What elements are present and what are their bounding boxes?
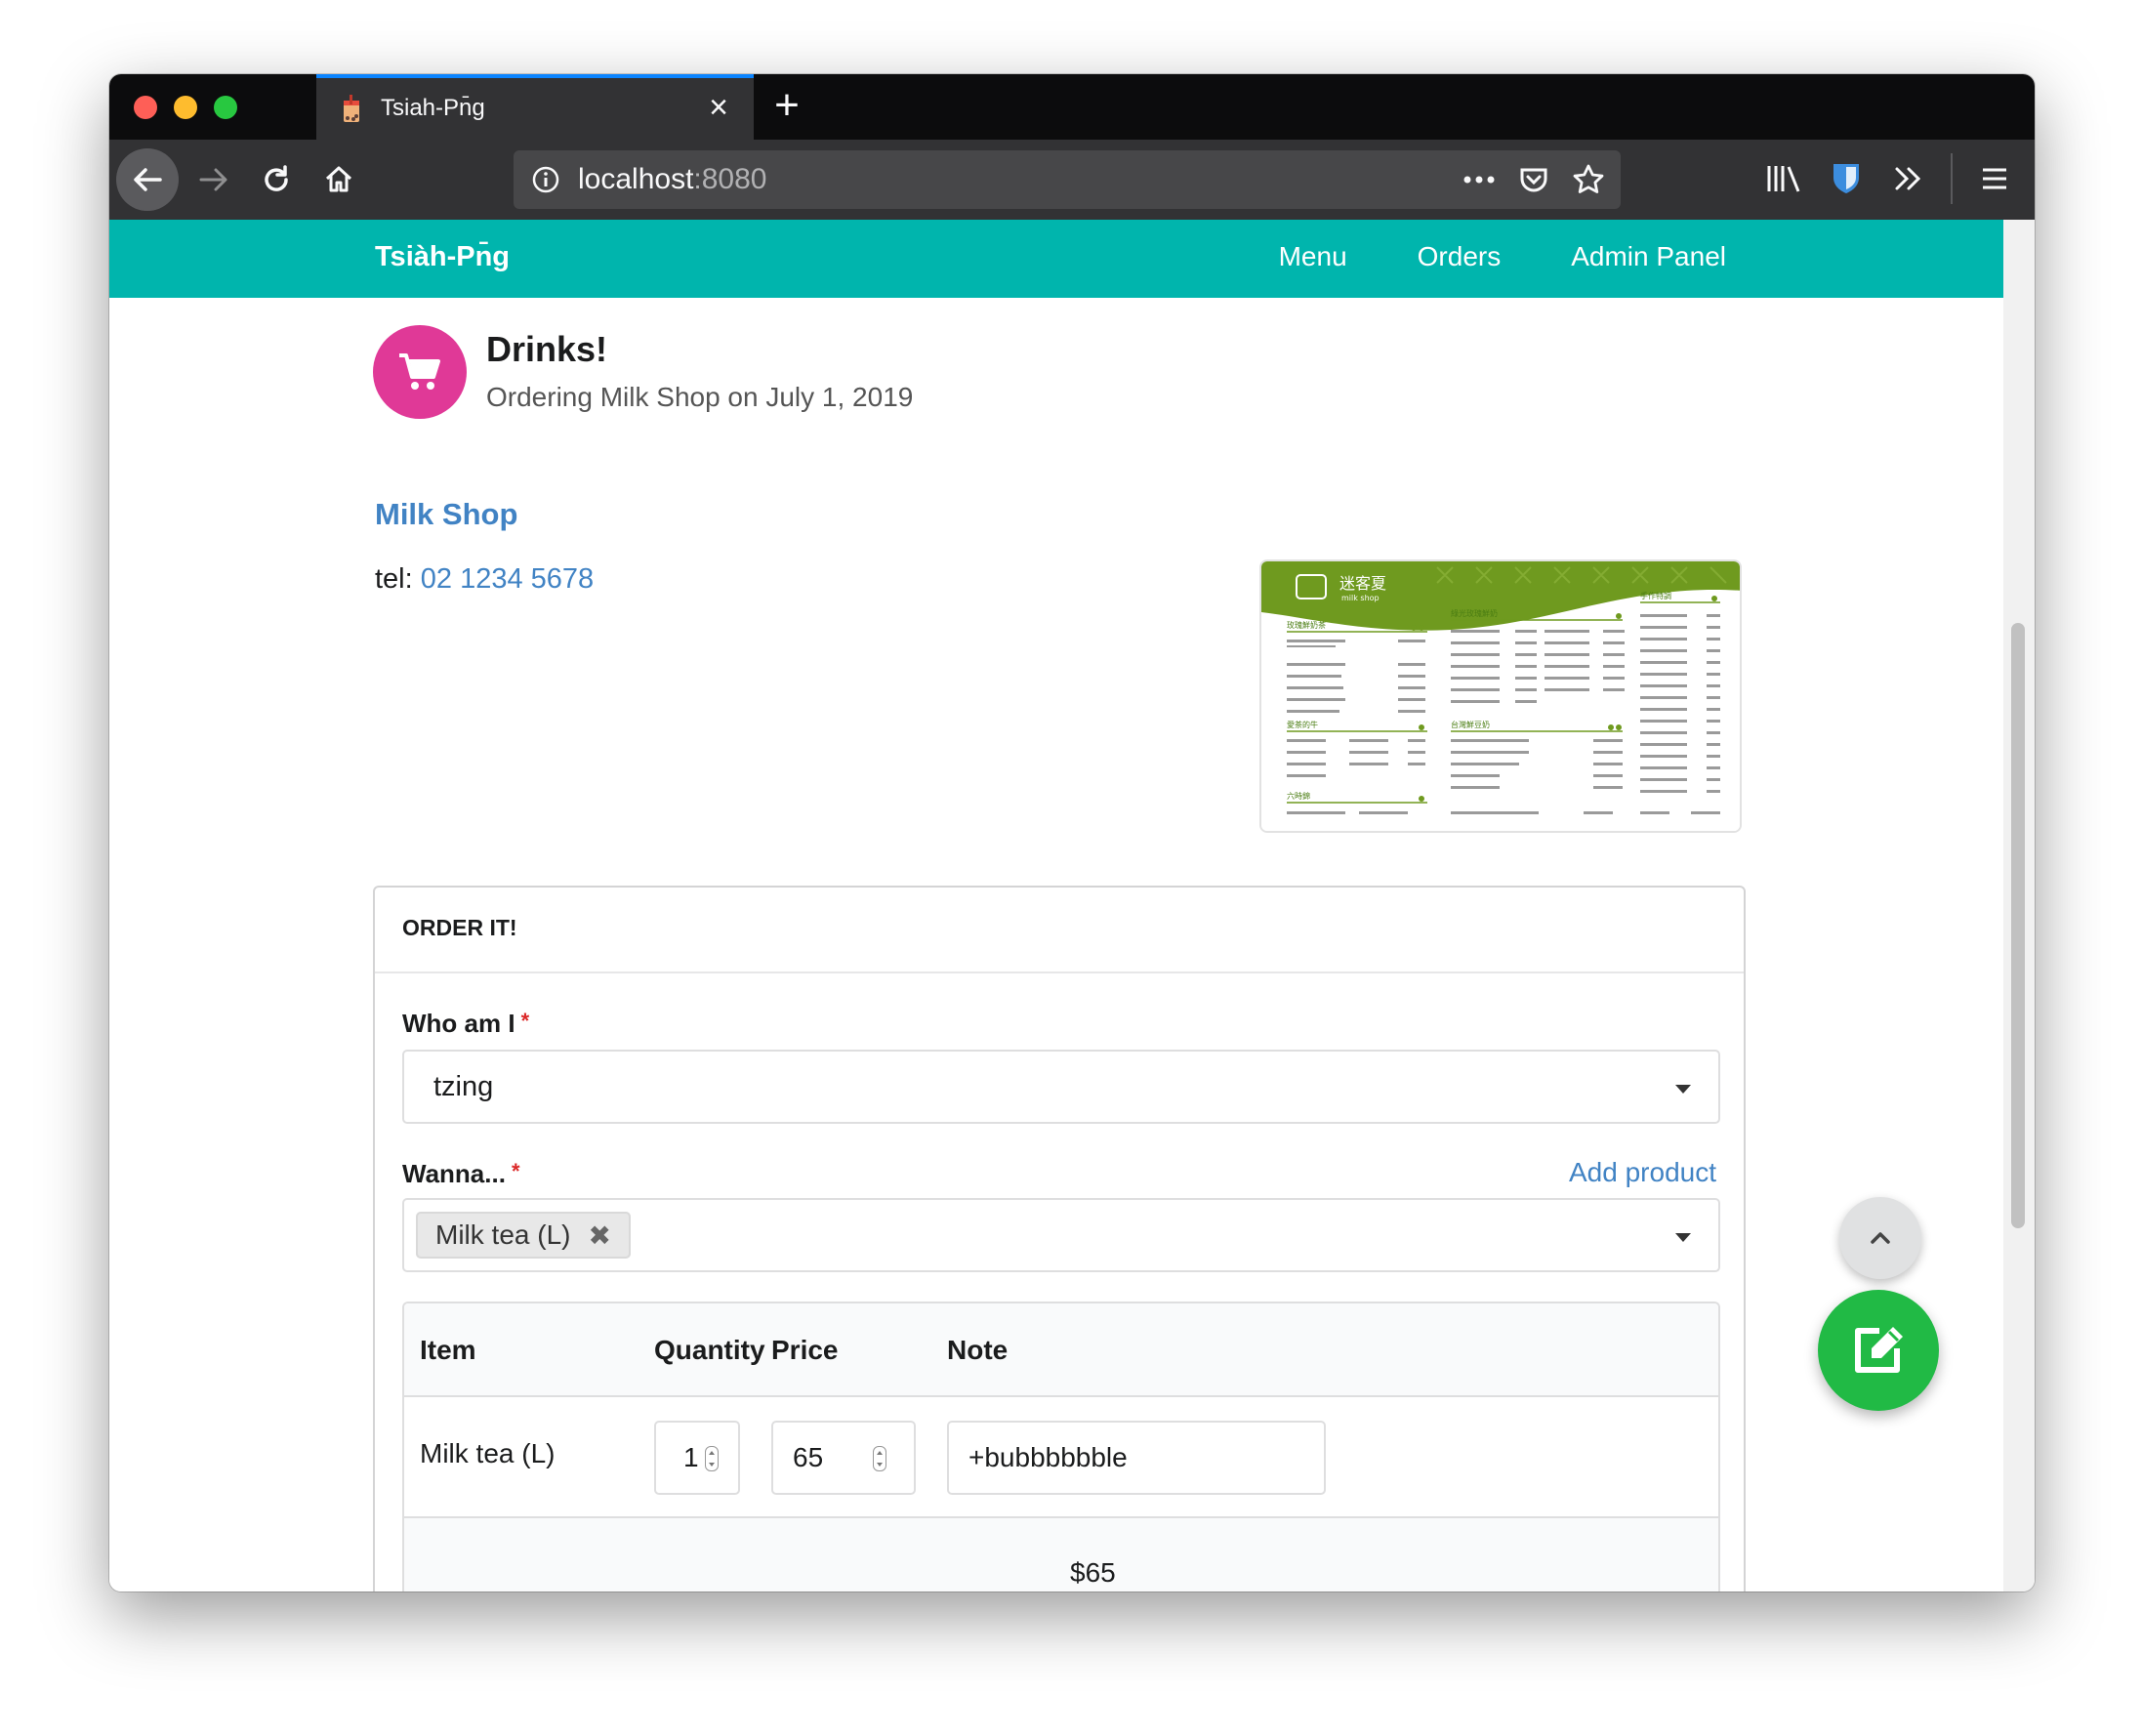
edit-icon [1855,1327,1903,1373]
order-total: $65 [1070,1557,1116,1588]
required-marker: * [511,1159,520,1183]
page-content: Tsiàh-Pn̄g Menu Orders Admin Panel Drink… [109,220,2003,1591]
back-button[interactable] [116,148,179,211]
required-marker: * [520,1009,530,1033]
minimize-window-button[interactable] [174,96,197,119]
close-window-button[interactable] [134,96,157,119]
bookmark-star-icon[interactable] [1570,160,1607,199]
who-am-i-label: Who am I * [402,1009,529,1039]
zoom-window-button[interactable] [214,96,237,119]
col-item: Item [420,1335,476,1365]
page-subtitle: Ordering Milk Shop on July 1, 2019 [486,382,914,412]
add-product-link[interactable]: Add product [1569,1157,1716,1188]
app-navbar: Tsiàh-Pn̄g Menu Orders Admin Panel [109,220,2003,298]
dropdown-caret-icon [1675,1085,1691,1094]
spinner-icon[interactable] [705,1446,719,1471]
card-title: ORDER IT! [375,888,1744,973]
reload-button[interactable] [249,152,304,207]
url-text[interactable]: localhost:8080 [578,163,766,196]
col-quantity: Quantity [654,1335,765,1365]
table-row: Milk tea (L) 1 65 +bubbbbbble [404,1397,1718,1518]
cart-icon [373,325,467,419]
who-am-i-dropdown[interactable]: tzing [402,1050,1720,1124]
overflow-chevron-icon[interactable] [1888,153,1929,204]
tel-label: tel: [375,563,413,595]
scroll-to-top-button[interactable] [1839,1197,1921,1279]
dropdown-caret-icon [1675,1233,1691,1242]
info-icon[interactable] [531,165,560,194]
arrow-right-icon [199,168,227,191]
table-header: Item Quantity Price Note [404,1303,1718,1397]
tab-strip: Tsiah-Pn̄g × + [109,74,2035,140]
selected-product-chip: Milk tea (L) ✖ [416,1212,631,1259]
home-button[interactable] [311,152,366,207]
nav-orders-link[interactable]: Orders [1418,241,1502,272]
who-am-i-value: tzing [433,1071,494,1102]
reload-icon [265,165,288,191]
arrow-left-icon [134,168,162,191]
note-value: +bubbbbbble [968,1442,1128,1472]
spinner-icon[interactable] [873,1446,886,1471]
remove-chip-icon[interactable]: ✖ [588,1219,610,1252]
wanna-label: Wanna... * [402,1159,520,1189]
home-icon [325,166,352,192]
order-items-table: Item Quantity Price Note Milk tea (L) 1 … [402,1302,1720,1591]
menu-section-2: 綠光玫瑰鮮奶 [1451,608,1498,618]
shop-menu-image[interactable]: 迷客夏 milk shop 玫瑰鮮奶茶 綠光玫瑰鮮奶 手作特調 愛茶的牛 台灣鮮… [1259,559,1742,833]
menu-section-3: 手作特調 [1640,591,1671,600]
more-actions-icon[interactable] [1461,160,1498,199]
shop-name-link[interactable]: Milk Shop [375,497,517,532]
quantity-input[interactable]: 1 [654,1421,740,1495]
address-bar[interactable]: localhost:8080 [514,150,1621,209]
brand-link[interactable]: Tsiàh-Pn̄g [375,241,510,273]
menu-brand-cn: 迷客夏 [1339,574,1386,593]
product-multiselect[interactable]: Milk tea (L) ✖ [402,1198,1720,1272]
nav-admin-panel-link[interactable]: Admin Panel [1571,241,1726,272]
navigation-toolbar: localhost:8080 [109,140,2035,220]
url-host: localhost [578,163,694,195]
menu-section-6: 六時錦 [1287,791,1310,801]
pocket-icon[interactable] [1515,160,1552,199]
bubble-tea-icon [344,95,359,122]
plus-icon[interactable]: + [765,84,808,127]
toolbar-separator [1951,153,1953,204]
browser-window: Tsiah-Pn̄g × + localhost:8080 Tsiàh-Pn̄g… [109,74,2035,1591]
wanna-label-text: Wanna... [402,1159,506,1188]
close-icon[interactable]: × [701,90,736,125]
order-form-card: ORDER IT! Who am I * tzing Wanna... * Add … [373,886,1746,1591]
col-price: Price [771,1335,839,1365]
menu-brand-en: milk shop [1341,594,1380,602]
page-title: Drinks! [486,329,608,369]
browser-tab[interactable]: Tsiah-Pn̄g × [316,74,754,140]
url-port: :8080 [693,163,767,195]
row-item-name: Milk tea (L) [420,1438,556,1468]
edit-order-button[interactable] [1818,1290,1939,1411]
who-am-i-label-text: Who am I [402,1009,515,1038]
menu-section-1: 玫瑰鮮奶茶 [1287,620,1326,630]
tab-title: Tsiah-Pn̄g [381,95,485,121]
phone-link[interactable]: 02 1234 5678 [421,563,594,595]
quantity-value: 1 [683,1442,699,1472]
note-input[interactable]: +bubbbbbble [947,1421,1326,1495]
menu-section-4: 愛茶的牛 [1287,720,1318,729]
col-note: Note [947,1335,1009,1365]
forward-button[interactable] [186,152,241,207]
page-scrollbar-thumb[interactable] [2011,623,2025,1228]
menu-section-5: 台灣鮮豆奶 [1451,720,1490,729]
chevron-up-icon [1871,1232,1890,1244]
chip-label: Milk tea (L) [435,1219,571,1250]
hamburger-menu-icon[interactable] [1974,153,2015,204]
shop-phone: tel: 02 1234 5678 [375,563,594,596]
price-input[interactable]: 65 [771,1421,916,1495]
table-footer: $65 [404,1518,1718,1591]
nav-menu-link[interactable]: Menu [1279,241,1347,272]
bitwarden-shield-icon[interactable] [1826,153,1867,204]
price-value: 65 [793,1442,824,1472]
library-icon[interactable] [1763,153,1804,204]
